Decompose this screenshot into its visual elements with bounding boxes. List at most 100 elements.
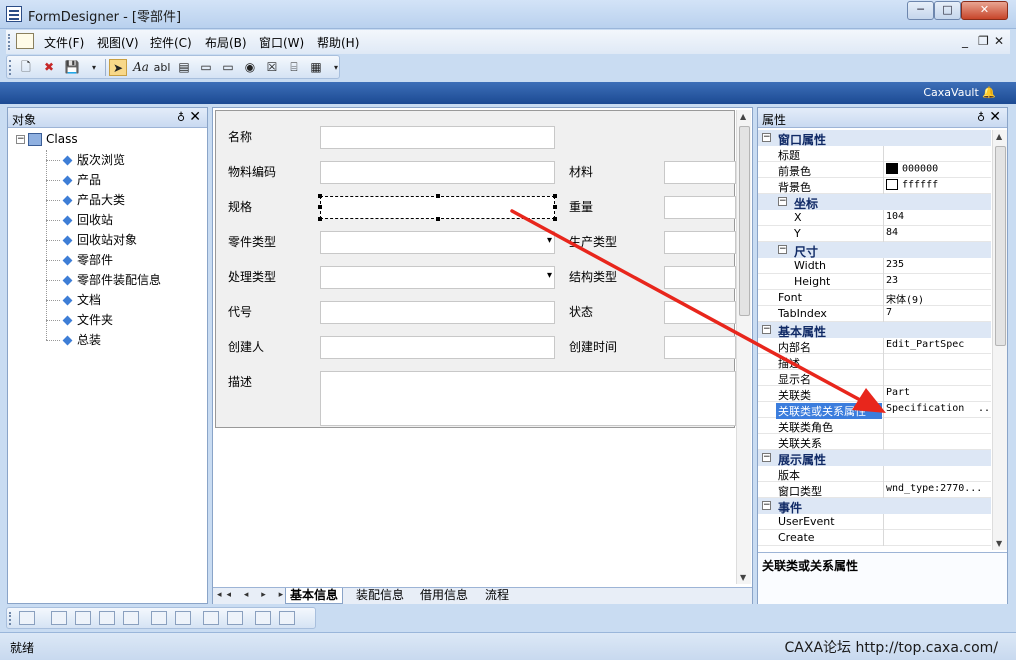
grid-tool-icon[interactable]: ▦ [307,59,325,76]
resize-handle[interactable] [436,217,440,221]
process-type-combo[interactable] [320,266,555,289]
category-display[interactable]: − 展示属性 [758,450,991,467]
center-horizontal-icon[interactable] [255,611,271,625]
prop-row-width[interactable]: Width 235 [758,258,991,274]
prop-row-foreground[interactable]: 前景色 000000 [758,162,991,178]
create-time-field[interactable] [664,336,736,359]
tree-item[interactable]: 文件夹 [46,311,113,328]
line-tool-icon[interactable]: ▭ [219,59,237,76]
same-width-icon[interactable] [151,611,167,625]
align-left-icon[interactable] [51,611,67,625]
mdi-restore-button[interactable]: ❐ [978,34,989,48]
prop-row-window-type[interactable]: 窗口类型 wnd_type:2770... [758,482,991,498]
toolbar-overflow-icon-2[interactable]: ▾ [327,59,345,76]
tab-basic-info[interactable]: 基本信息 [285,588,344,604]
collapse-icon[interactable]: − [16,135,25,144]
tab-assembly-info[interactable]: 装配信息 [352,588,408,604]
toolbar-grip[interactable] [9,60,12,75]
prop-row-display-name[interactable]: 显示名 [758,370,991,386]
listbox-tool-icon[interactable]: ▤ [175,59,193,76]
menu-controls[interactable]: 控件(C) [150,34,192,51]
tree-item[interactable]: 文档 [46,291,101,308]
tree-item[interactable]: 总装 [46,331,101,348]
scroll-down-icon[interactable]: ▼ [996,539,1002,548]
prop-row-background[interactable]: 背景色 ffffff [758,178,991,194]
mdi-minimize-button[interactable]: _ [962,34,968,48]
prop-row-font[interactable]: Font 宋体(9) [758,290,991,306]
resize-handle[interactable] [318,205,322,209]
prop-row-related-class[interactable]: 关联类 Part [758,386,991,402]
material-code-field[interactable] [320,161,555,184]
close-button[interactable]: ✕ [961,1,1008,20]
part-type-combo[interactable] [320,231,555,254]
category-size[interactable]: − 尺寸 [758,242,991,259]
scroll-up-icon[interactable]: ▲ [740,112,746,121]
align-bottom-icon[interactable] [123,611,139,625]
resize-handle[interactable] [436,194,440,198]
vertical-spacing-icon[interactable] [227,611,243,625]
menu-view[interactable]: 视图(V) [97,34,139,51]
properties-vertical-scrollbar[interactable]: ▲ ▼ [992,130,1007,550]
toolbar-overflow-icon[interactable]: ▾ [85,59,103,76]
tree-item[interactable]: 零部件 [46,251,113,268]
category-basic[interactable]: − 基本属性 [758,322,991,339]
resize-handle[interactable] [318,217,322,221]
prop-row-description[interactable]: 描述 [758,354,991,370]
prop-row-title[interactable]: 标题 [758,146,991,162]
tree-item[interactable]: 回收站对象 [46,231,137,248]
weight-field[interactable] [664,196,736,219]
menu-file[interactable]: 文件(F) [44,34,84,51]
prop-row-inner-name[interactable]: 内部名 Edit_PartSpec [758,338,991,354]
structure-type-field[interactable] [664,266,736,289]
menu-layout[interactable]: 布局(B) [205,34,247,51]
tab-workflow[interactable]: 流程 [481,588,513,604]
prop-row-create[interactable]: Create [758,530,991,546]
document-icon[interactable] [16,33,34,49]
pointer-tool-icon[interactable]: ➤ [109,59,127,76]
category-window[interactable]: − 窗口属性 [758,130,991,147]
tree-root-class[interactable]: − Class [16,132,78,146]
center-vertical-icon[interactable] [279,611,295,625]
scroll-down-icon[interactable]: ▼ [740,573,746,582]
objects-panel-close-icon[interactable]: ✕ [189,109,201,125]
textbox-tool-icon[interactable]: abl [153,59,171,76]
resize-handle[interactable] [553,217,557,221]
pin-icon[interactable]: ♁ [977,111,985,124]
prop-row-relation[interactable]: 关联关系 [758,434,991,450]
new-file-icon[interactable]: 🗋 [17,59,35,76]
tab-borrow-info[interactable]: 借用信息 [416,588,472,604]
align-center-icon[interactable] [75,611,91,625]
status-field[interactable] [664,301,736,324]
menu-help[interactable]: 帮助(H) [317,34,359,51]
scroll-up-icon[interactable]: ▲ [996,132,1002,141]
prop-row-related-attribute[interactable]: 关联类或关系属性 Specification... [758,402,996,419]
name-field[interactable] [320,126,555,149]
resize-handle[interactable] [553,205,557,209]
save-icon[interactable]: 💾 [63,59,81,76]
prop-row-user-event[interactable]: UserEvent [758,514,991,530]
checkbox-tool-icon[interactable]: ☒ [263,59,281,76]
tab-order-icon[interactable] [19,611,35,625]
horizontal-spacing-icon[interactable] [203,611,219,625]
button-tool-icon[interactable]: ▭ [197,59,215,76]
label-tool-icon[interactable]: Aa [132,59,150,76]
prop-row-related-role[interactable]: 关联类角色 [758,418,991,434]
prop-row-height[interactable]: Height 23 [758,274,991,290]
menu-grip[interactable] [8,34,11,50]
prop-row-x[interactable]: X 104 [758,210,991,226]
layout-toolbar-grip[interactable] [9,612,12,625]
form-canvas[interactable]: 名称 物料编码 规格 零件类型 处理类型 代号 创建人 描述 材料 重量 生产类… [215,110,736,428]
creator-field[interactable] [320,336,555,359]
pin-icon[interactable]: ♁ [177,111,185,124]
radio-tool-icon[interactable]: ◉ [241,59,259,76]
code-field[interactable] [320,301,555,324]
category-events[interactable]: − 事件 [758,498,991,515]
mdi-close-button[interactable]: ✕ [994,34,1004,48]
tree-item[interactable]: 零部件装配信息 [46,271,161,288]
groupbox-tool-icon[interactable]: ⌸ [285,59,303,76]
prop-row-y[interactable]: Y 84 [758,226,991,242]
maximize-button[interactable]: □ [934,1,961,20]
menu-window[interactable]: 窗口(W) [259,34,304,51]
prop-row-tabindex[interactable]: TabIndex 7 [758,306,991,322]
form-vertical-scrollbar[interactable]: ▲ ▼ [736,110,751,584]
